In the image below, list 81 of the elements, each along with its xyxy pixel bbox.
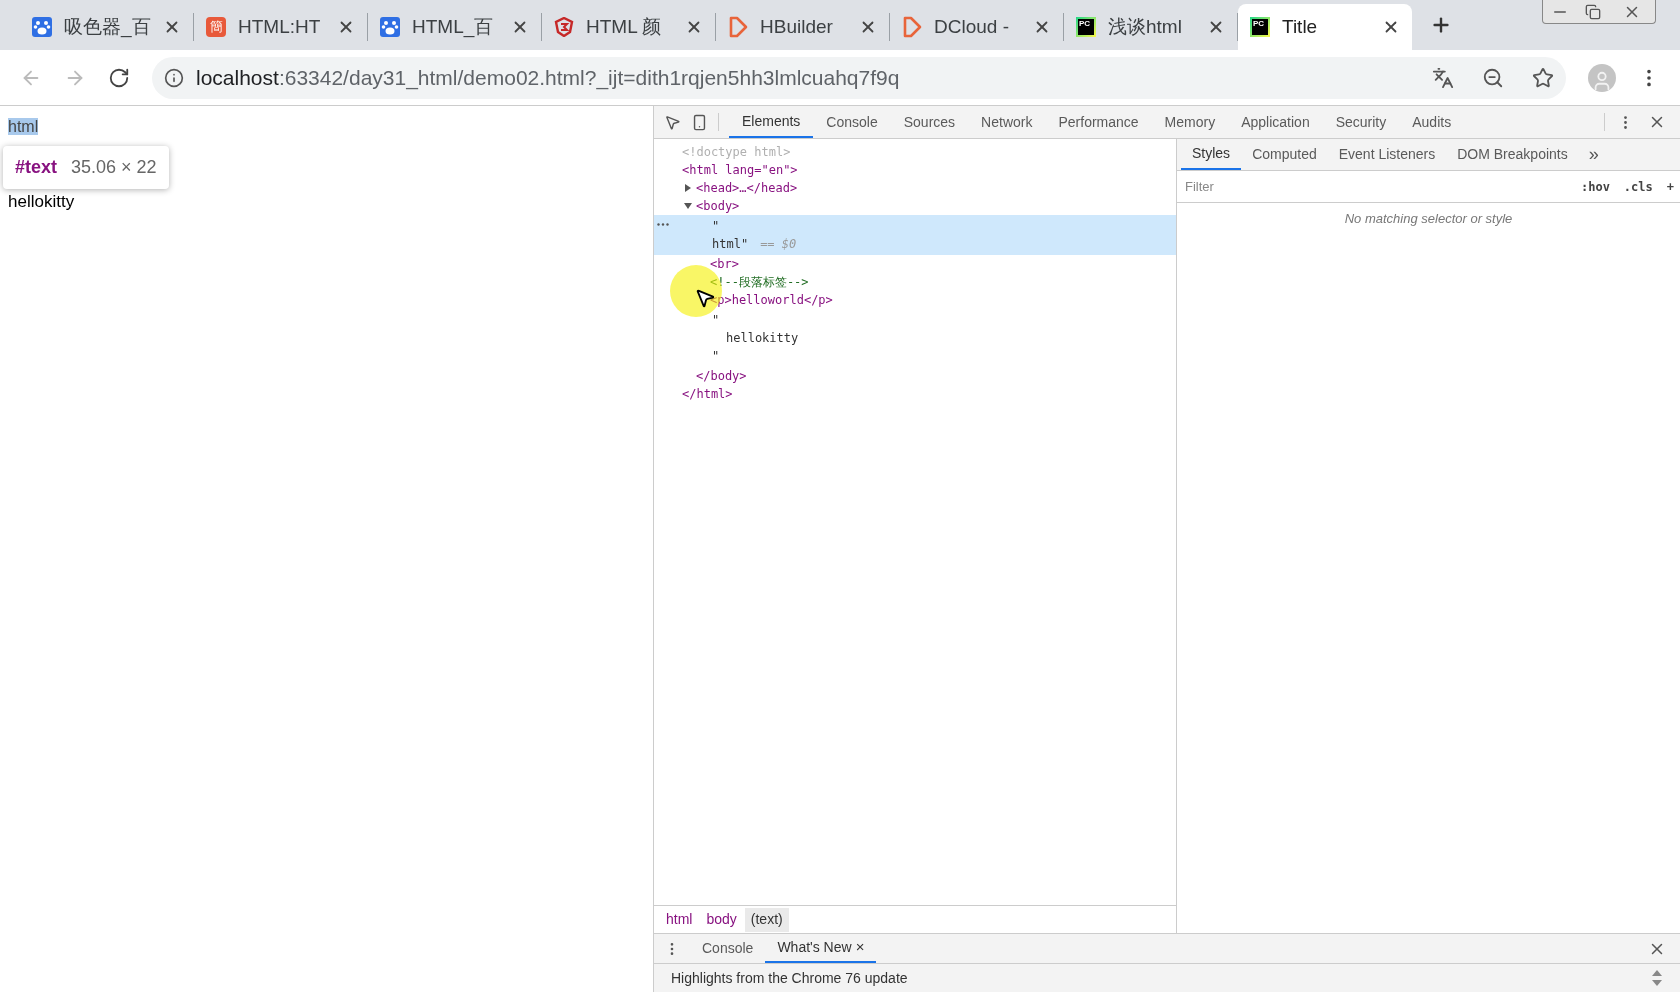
- browser-tab[interactable]: 簡 HTML:HT: [194, 4, 368, 50]
- breadcrumb[interactable]: html: [660, 907, 699, 932]
- text-node-line: ": [712, 219, 720, 233]
- tab-title: 浅谈html: [1108, 14, 1183, 39]
- restore-icon[interactable]: [1585, 4, 1601, 20]
- devtools-tab[interactable]: Memory: [1151, 106, 1229, 138]
- page-text: hellokitty: [8, 191, 75, 213]
- tab-title: HTML 颜: [586, 14, 663, 39]
- breadcrumb[interactable]: body: [700, 907, 743, 932]
- devtools-tab[interactable]: Sources: [890, 106, 969, 138]
- browser-tab[interactable]: DCloud -: [890, 4, 1064, 50]
- text-node-line: ": [712, 313, 720, 327]
- drawer-content-text: Highlights from the Chrome 76 update: [671, 968, 909, 988]
- info-icon: [164, 67, 184, 88]
- devtools-tab[interactable]: Network: [968, 106, 1046, 138]
- styles-tab[interactable]: Styles: [1181, 139, 1242, 170]
- paw-icon: [380, 17, 400, 37]
- more-dots-icon: [657, 223, 669, 226]
- style-toolbar-button[interactable]: :hov: [1578, 177, 1612, 196]
- d-logo-icon: [902, 16, 922, 38]
- styles-tab[interactable]: Computed: [1241, 139, 1328, 170]
- ide-logo-icon: PC: [1250, 17, 1270, 37]
- text-node-line: ": [712, 349, 720, 363]
- browser-tab[interactable]: 吸色器_百: [20, 4, 194, 50]
- url-host: localhost:63342/day31_html/demo02.html?_ijt=dith1rqjen5hh3lmlcuahq7f9q: [196, 64, 900, 92]
- text-node-line: html": [712, 237, 749, 251]
- collapsed-triangle-icon[interactable]: [684, 184, 692, 192]
- d-logo-icon: [728, 16, 748, 38]
- reload-icon[interactable]: [108, 66, 130, 89]
- tab-title: HBuilder: [760, 14, 834, 39]
- tooltip-node-name: #text: [15, 156, 58, 179]
- browser-tab[interactable]: HTML_百: [368, 4, 542, 50]
- tab-title: HTML:HT: [238, 14, 322, 39]
- style-toolbar-button[interactable]: +: [1664, 177, 1676, 196]
- dom-element[interactable]: <body>: [696, 197, 740, 215]
- devtools-tab[interactable]: Performance: [1045, 106, 1152, 138]
- dom-element[interactable]: <head>…</head>: [696, 179, 798, 197]
- zoom-out-icon[interactable]: [1482, 66, 1504, 89]
- translate-icon[interactable]: [1432, 66, 1454, 89]
- devtools-tab[interactable]: Console: [813, 106, 891, 138]
- paw-icon: [32, 17, 52, 37]
- device-toolbar-icon[interactable]: [691, 113, 708, 131]
- selection-marker: == $0: [760, 237, 797, 251]
- dom-closing-tag[interactable]: </html>: [682, 385, 733, 403]
- empty-styles-message: No matching selector or style: [1343, 210, 1514, 228]
- dom-element[interactable]: <br>: [710, 255, 739, 273]
- breadcrumb[interactable]: (text): [744, 907, 789, 932]
- text-node-line: hellokitty: [726, 331, 799, 345]
- inspect-icon[interactable]: [664, 113, 681, 131]
- dom-text-node[interactable]: " hellokitty ": [654, 309, 1176, 367]
- overflow-button[interactable]: »: [1578, 141, 1609, 168]
- style-toolbar-button[interactable]: .cls: [1621, 177, 1655, 196]
- styles-tab[interactable]: Event Listeners: [1327, 139, 1447, 170]
- selected-text: html: [8, 118, 39, 135]
- dom-text-node[interactable]: " html" == $0: [654, 215, 1176, 255]
- address-bar[interactable]: localhost:63342/day31_html/demo02.html?_ijt=dith1rqjen5hh3lmlcuahq7f9q: [152, 56, 1566, 99]
- styles-tab[interactable]: DOM Breakpoints: [1446, 139, 1579, 170]
- devtools-tab[interactable]: Elements: [729, 106, 814, 138]
- close-tab-glyph[interactable]: ×: [855, 936, 865, 959]
- ide-logo-icon: PC: [1076, 17, 1096, 37]
- tab-title: HTML_百: [412, 14, 495, 40]
- browser-tab[interactable]: HTML 颜: [542, 4, 716, 50]
- tab-title: Title: [1282, 14, 1319, 39]
- browser-tab[interactable]: HBuilder: [716, 4, 890, 50]
- devtools-tab[interactable]: Application: [1228, 106, 1323, 138]
- devtools-tab[interactable]: Audits: [1399, 106, 1465, 138]
- tooltip-size: 35.06 × 22: [71, 156, 157, 179]
- expanded-triangle-icon[interactable]: [684, 202, 692, 210]
- site-logo-icon: 簡: [206, 17, 226, 37]
- shield-icon: [554, 17, 574, 37]
- drawer-tab[interactable]: Console: [690, 934, 766, 963]
- dom-closing-tag[interactable]: </body>: [696, 367, 747, 385]
- browser-tab[interactable]: PC 浅谈html: [1064, 4, 1238, 50]
- tab-title: 吸色器_百: [64, 14, 151, 40]
- dom-element[interactable]: <html lang="en">: [682, 161, 798, 179]
- browser-tab[interactable]: PC Title: [1238, 4, 1412, 50]
- tab-title: DCloud -: [934, 14, 1010, 39]
- bookmark-star-icon[interactable]: [1532, 66, 1554, 89]
- scroll-arrows-icon: [1651, 968, 1663, 988]
- filter-field[interactable]: Filter: [1181, 174, 1569, 199]
- devtools-tab[interactable]: Security: [1322, 106, 1400, 138]
